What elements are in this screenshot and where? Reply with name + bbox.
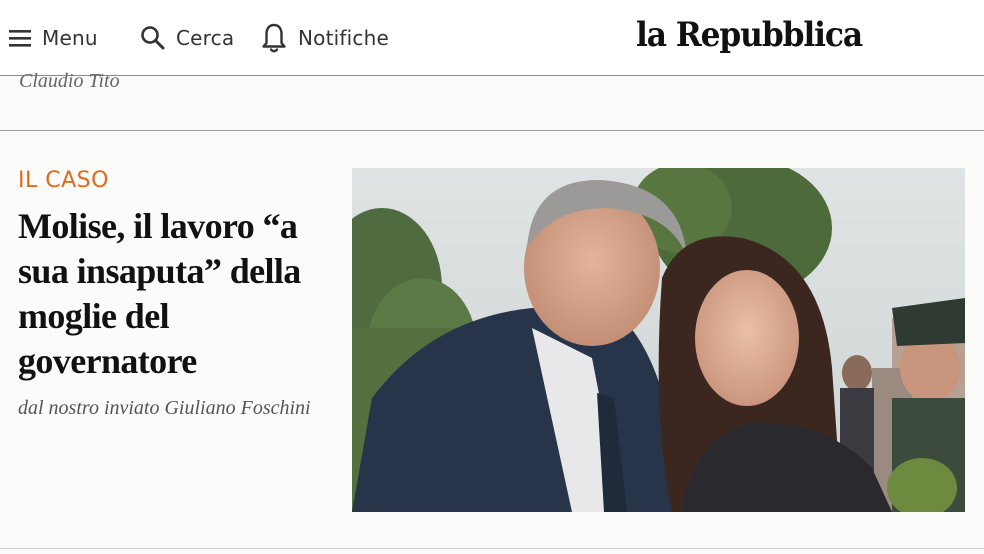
menu-label: Menu [42,26,98,50]
article-kicker[interactable]: IL CASO [18,168,109,193]
article-photo-illustration [352,168,965,512]
search-icon [140,25,166,51]
notifications-label: Notifiche [298,26,389,50]
search-label: Cerca [176,26,235,50]
menu-button[interactable]: Menu [8,0,98,76]
site-logo[interactable]: la Repubblica [636,10,863,60]
previous-article-author: Claudio Tito [19,70,120,92]
section-divider [0,130,984,131]
notifications-button[interactable]: Notifiche [260,0,389,76]
article-photo[interactable] [352,168,965,512]
menu-icon [8,28,32,48]
search-button[interactable]: Cerca [140,0,234,76]
top-navigation-bar: Menu Cerca Notifiche la Repubblica [0,0,984,76]
bottom-divider [0,548,984,549]
bell-icon [260,22,288,54]
article-byline: dal nostro inviato Giuliano Foschini [18,397,311,419]
article-headline[interactable]: Molise, il lavoro “a sua insaputa” della… [18,204,343,384]
